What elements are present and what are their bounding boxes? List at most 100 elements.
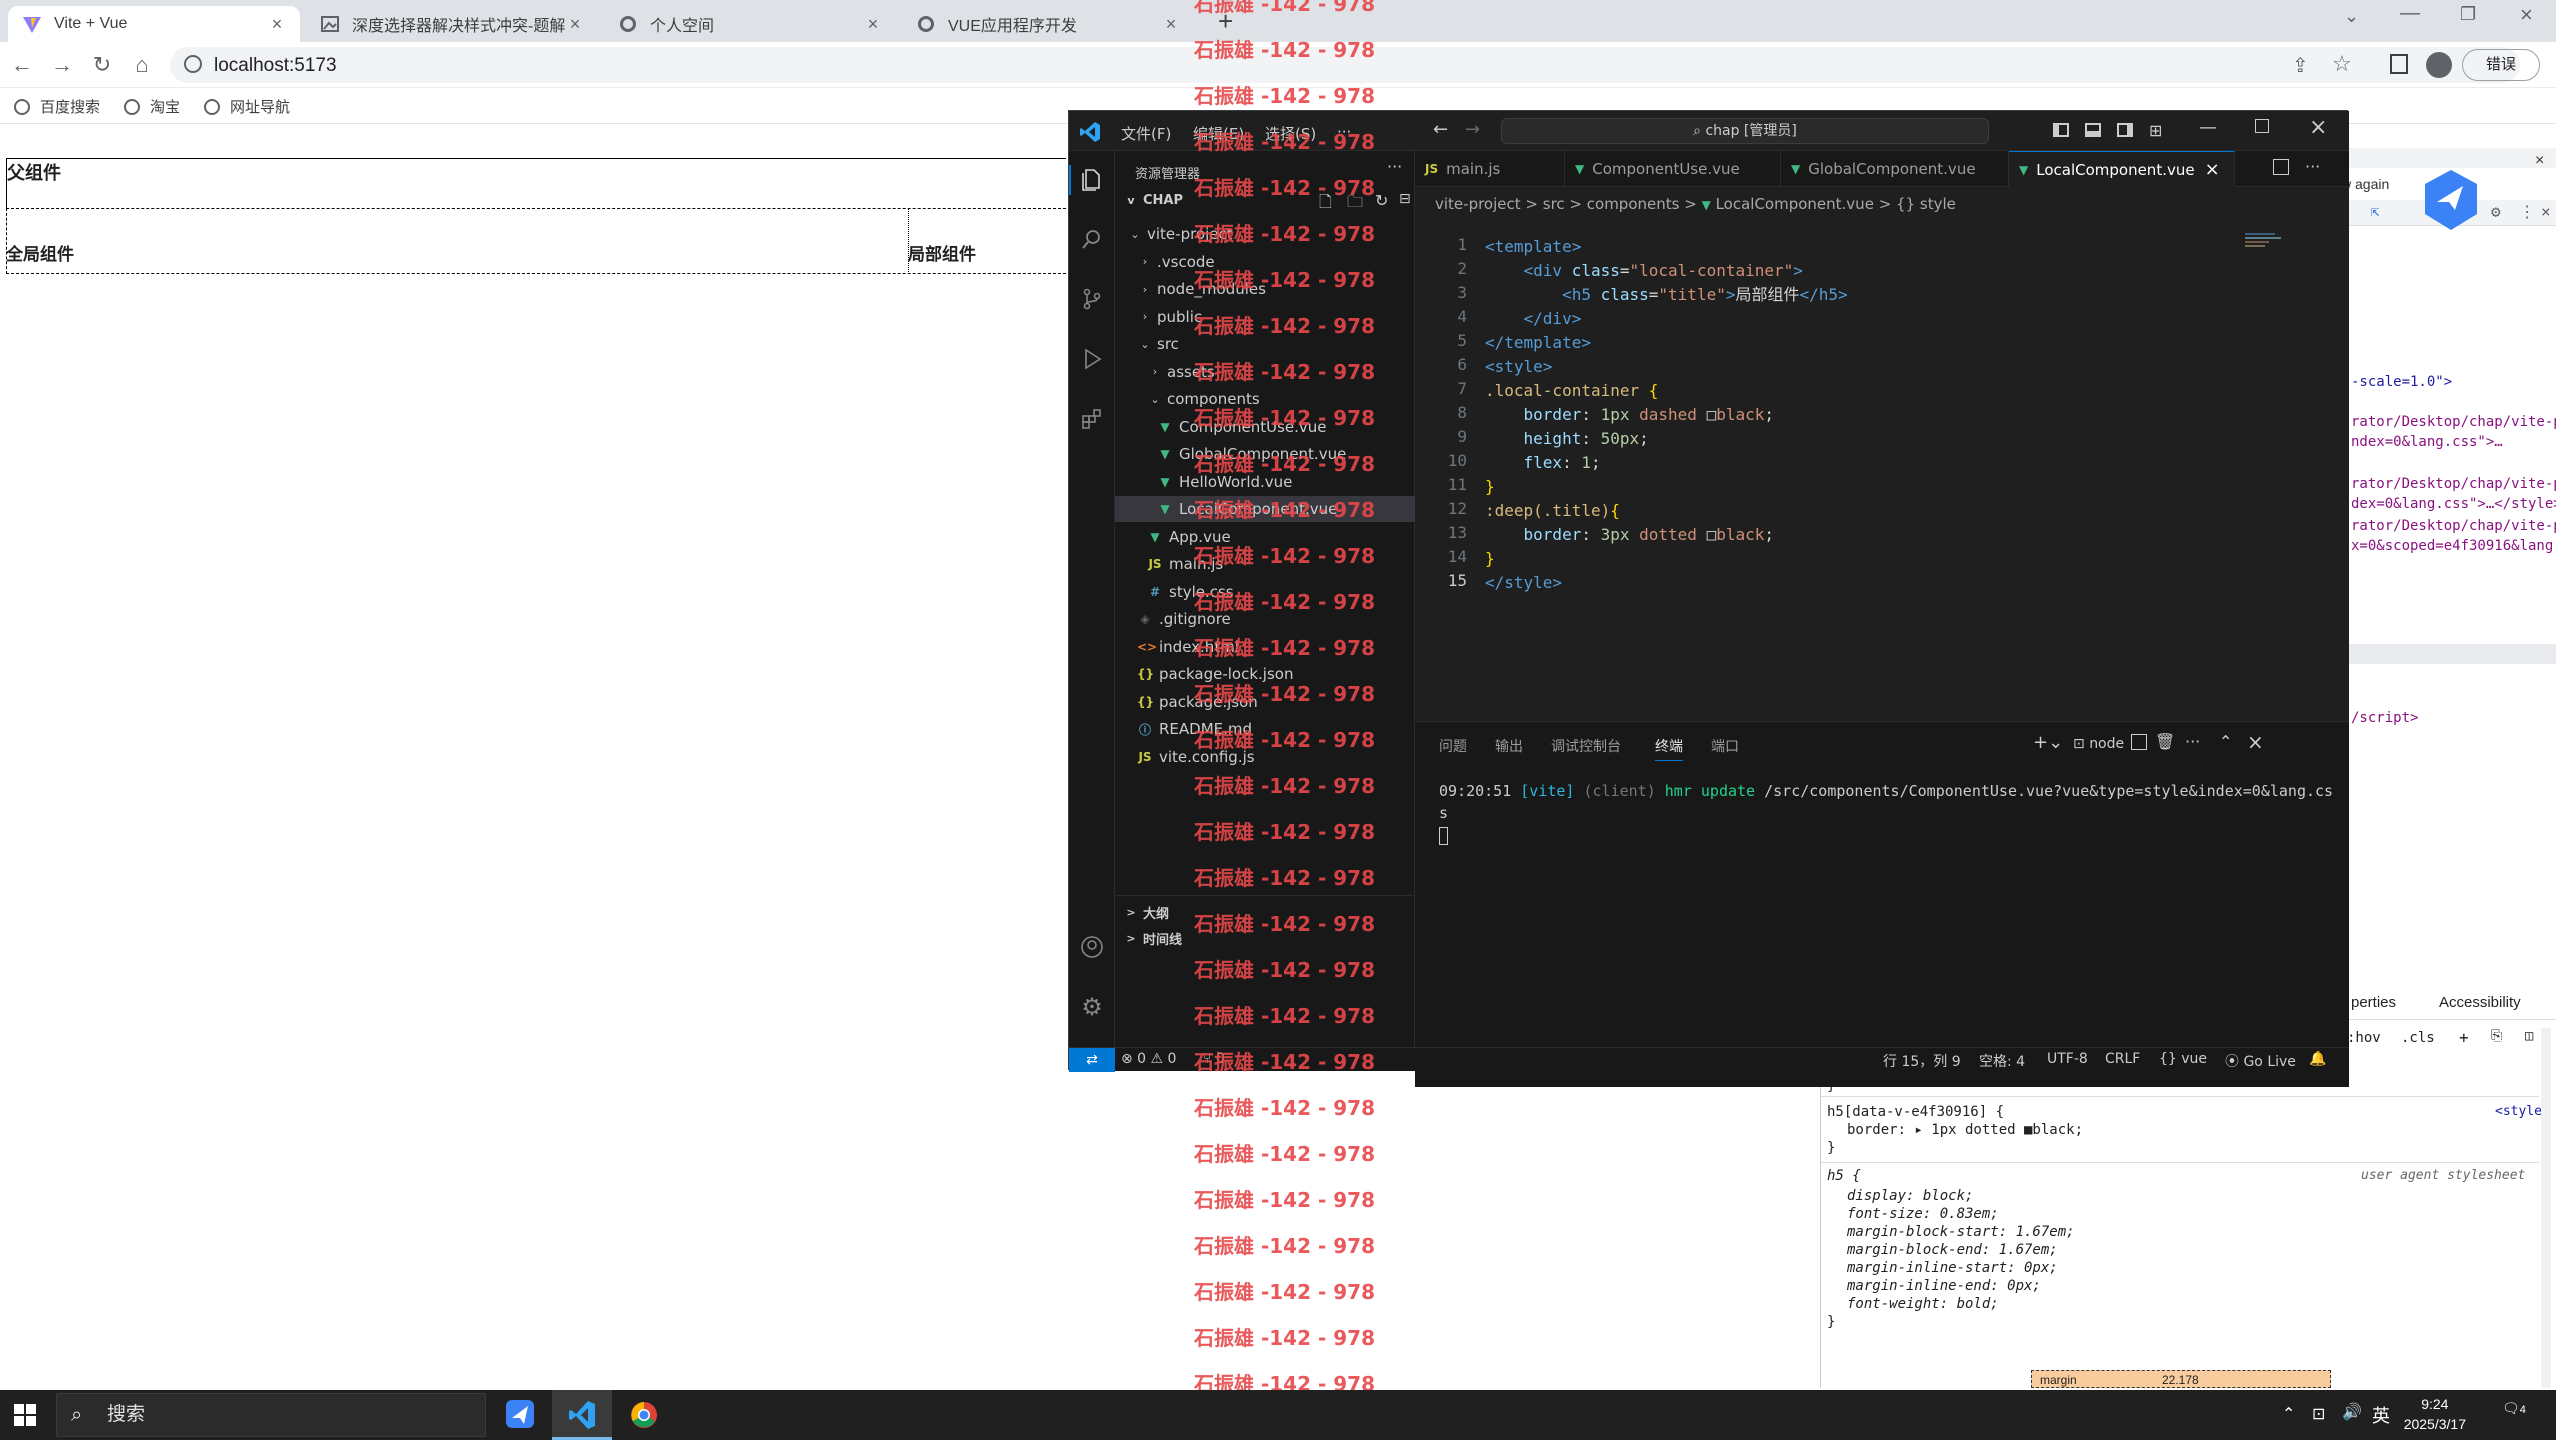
- account-icon[interactable]: [1080, 935, 1104, 959]
- taskbar-search[interactable]: ⌕ 搜索: [56, 1393, 486, 1437]
- breadcrumb-item[interactable]: components: [1587, 195, 1680, 213]
- bookmark-star-icon[interactable]: ☆: [2332, 51, 2352, 77]
- error-button[interactable]: 错误: [2462, 49, 2540, 81]
- editor-tab-globalcomponent[interactable]: ▼ GlobalComponent.vue: [1781, 151, 2009, 187]
- more-actions-icon[interactable]: ···: [1387, 157, 1402, 176]
- browser-tab-vite[interactable]: Vite + Vue ×: [8, 6, 300, 42]
- minimap[interactable]: [2245, 231, 2285, 261]
- bookmark-baidu[interactable]: 百度搜索: [14, 96, 100, 117]
- tab-search-icon[interactable]: ⌄: [2344, 6, 2359, 27]
- bookmark-nav[interactable]: 网址导航: [204, 96, 290, 117]
- restore-icon[interactable]: ❐: [2460, 4, 2476, 25]
- split-terminal-icon[interactable]: [2131, 734, 2147, 750]
- windows-start-icon[interactable]: [14, 1404, 36, 1426]
- nav-forward-icon[interactable]: →: [1465, 119, 1480, 140]
- breadcrumb-item[interactable]: vite-project: [1435, 195, 1521, 213]
- side-panel-icon[interactable]: [2390, 54, 2408, 74]
- taskbar-app-bird[interactable]: [490, 1390, 550, 1440]
- run-debug-icon[interactable]: [1080, 347, 1104, 371]
- styles-scrollbar[interactable]: [2541, 1028, 2551, 1388]
- status-golive[interactable]: ⦿ Go Live: [2225, 1051, 2296, 1071]
- close-icon[interactable]: ×: [2541, 202, 2551, 221]
- terminal-output[interactable]: 09:20:51 [vite] (client) hmr update /src…: [1439, 780, 2339, 846]
- customize-layout-icon[interactable]: ⊞: [2149, 121, 2162, 140]
- close-window-icon[interactable]: ×: [2520, 2, 2533, 28]
- dom-splitter[interactable]: [2341, 644, 2556, 664]
- editor-tab-localcomponent[interactable]: ▼ LocalComponent.vue ×: [2009, 151, 2235, 187]
- network-icon[interactable]: ⊡: [2312, 1404, 2325, 1424]
- status-cursor-position[interactable]: 行 15，列 9: [1883, 1051, 1961, 1071]
- taskbar-app-chrome[interactable]: [614, 1390, 674, 1440]
- breadcrumb-item[interactable]: src: [1543, 195, 1565, 213]
- close-tab-icon[interactable]: ×: [268, 14, 286, 35]
- breadcrumb-item[interactable]: LocalComponent.vue: [1716, 195, 1874, 213]
- more-actions-icon[interactable]: ···: [2185, 732, 2200, 751]
- more-icon[interactable]: ⋮: [2519, 202, 2535, 221]
- source-control-icon[interactable]: [1080, 287, 1104, 311]
- input-language[interactable]: 英: [2372, 1402, 2390, 1428]
- close-window-icon[interactable]: ×: [2309, 115, 2327, 140]
- minimize-icon[interactable]: —: [2199, 117, 2217, 138]
- profile-avatar[interactable]: [2426, 52, 2452, 78]
- sidebar-toggle-icon[interactable]: ◫: [2525, 1028, 2533, 1044]
- workspace-root[interactable]: v CHAP: [1123, 193, 1183, 208]
- info-icon[interactable]: [184, 55, 202, 73]
- cls-toggle[interactable]: .cls: [2401, 1030, 2435, 1046]
- new-terminal-icon[interactable]: +⌄: [2033, 732, 2063, 753]
- search-icon[interactable]: [1080, 227, 1104, 251]
- tray-chevron-icon[interactable]: ⌃: [2282, 1404, 2295, 1424]
- maximize-icon[interactable]: [2255, 119, 2269, 133]
- taskbar-app-vscode[interactable]: [552, 1390, 612, 1440]
- browser-tab-juejin[interactable]: 深度选择器解决样式冲突-题解 ×: [306, 6, 598, 42]
- volume-icon[interactable]: 🔊: [2342, 1402, 2362, 1422]
- refresh-icon[interactable]: ↻: [1375, 191, 1388, 210]
- close-tab-icon[interactable]: ×: [566, 14, 584, 35]
- terminal-shell[interactable]: ⊡ node: [2073, 736, 2124, 752]
- toggle-sidebar-icon[interactable]: [2053, 123, 2069, 137]
- panel-tab-terminal[interactable]: 终端: [1655, 736, 1683, 761]
- properties-tab[interactable]: perties: [2351, 994, 2396, 1011]
- minimize-icon[interactable]: —: [2400, 2, 2420, 25]
- close-tab-icon[interactable]: ×: [864, 14, 882, 35]
- extensions-icon[interactable]: [1080, 407, 1104, 431]
- outline-section[interactable]: > 大纲: [1123, 903, 1169, 922]
- files-icon[interactable]: [1080, 167, 1104, 191]
- reload-icon[interactable]: ↻: [90, 53, 114, 77]
- close-tab-icon[interactable]: ×: [2205, 159, 2220, 180]
- back-icon[interactable]: ←: [10, 53, 34, 77]
- collapse-all-icon[interactable]: ⊟: [1399, 191, 1411, 207]
- status-encoding[interactable]: UTF-8: [2047, 1051, 2088, 1067]
- command-center-search[interactable]: ⌕ chap [管理员]: [1501, 118, 1989, 144]
- panel-tab-problems[interactable]: 问题: [1439, 736, 1467, 756]
- browser-tab-vue-dev[interactable]: VUE应用程序开发 ×: [902, 6, 1194, 42]
- panel-tab-output[interactable]: 输出: [1495, 736, 1523, 756]
- status-language[interactable]: {} vue: [2159, 1051, 2207, 1067]
- computed-icon[interactable]: ⎘: [2491, 1028, 2502, 1044]
- breadcrumb-item[interactable]: {} style: [1896, 195, 1956, 213]
- gear-icon[interactable]: ⚙: [2491, 202, 2501, 221]
- status-problems[interactable]: ⊗ 0 ⚠ 0: [1121, 1051, 1176, 1067]
- split-editor-icon[interactable]: [2273, 159, 2289, 175]
- select-element-icon[interactable]: ⇱: [2371, 204, 2379, 220]
- panel-tab-ports[interactable]: 端口: [1711, 736, 1739, 756]
- browser-tab-space[interactable]: 个人空间 ×: [604, 6, 896, 42]
- accessibility-tab[interactable]: Accessibility: [2439, 994, 2521, 1011]
- more-actions-icon[interactable]: ···: [2305, 157, 2320, 176]
- notification-bell-icon[interactable]: 🔔: [2309, 1051, 2326, 1067]
- forward-icon[interactable]: →: [50, 53, 74, 77]
- remote-indicator-icon[interactable]: ⇄: [1069, 1048, 1115, 1072]
- panel-tab-debug-console[interactable]: 调试控制台: [1551, 736, 1621, 756]
- trash-icon[interactable]: 🗑: [2155, 732, 2175, 751]
- close-panel-icon[interactable]: ×: [2247, 730, 2264, 754]
- status-eol[interactable]: CRLF: [2105, 1051, 2140, 1067]
- add-rule-icon[interactable]: +: [2459, 1028, 2469, 1047]
- rule-property[interactable]: border: ▸ 1px dotted ■black;: [1847, 1122, 2083, 1138]
- toggle-panel-icon[interactable]: [2085, 123, 2101, 137]
- status-indentation[interactable]: 空格: 4: [1979, 1051, 2025, 1071]
- taskbar-clock[interactable]: 9:24 2025/3/17: [2404, 1394, 2466, 1434]
- maximize-panel-icon[interactable]: ⌃: [2219, 732, 2232, 751]
- nav-back-icon[interactable]: ←: [1433, 119, 1448, 140]
- toggle-secondary-sidebar-icon[interactable]: [2117, 123, 2133, 137]
- close-icon[interactable]: ×: [2535, 152, 2544, 170]
- hov-toggle[interactable]: :hov: [2347, 1030, 2381, 1046]
